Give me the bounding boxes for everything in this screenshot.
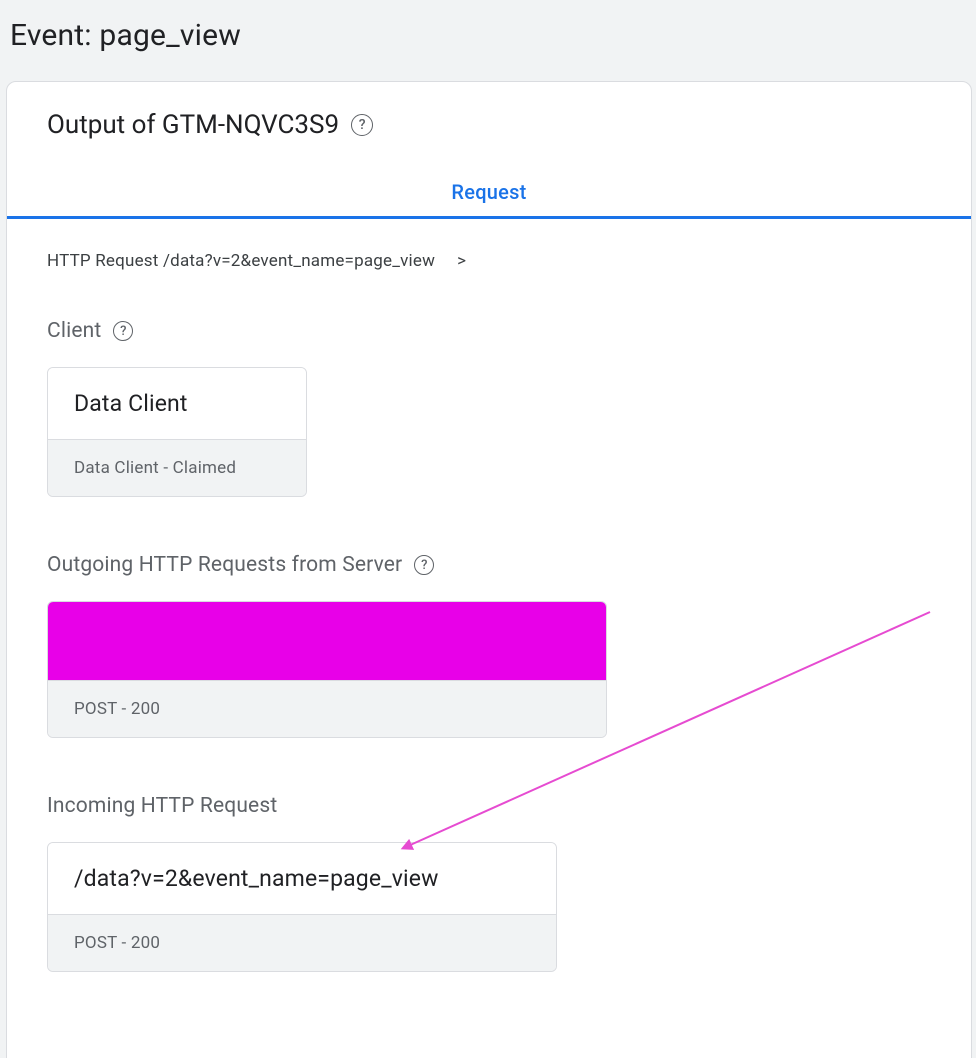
client-label-text: Client (47, 319, 101, 343)
client-card[interactable]: Data Client Data Client - Claimed (47, 367, 307, 497)
section-client: Client ? Data Client Data Client - Claim… (47, 319, 931, 497)
section-client-label: Client ? (47, 319, 931, 343)
tab-bar: Request (7, 168, 971, 219)
breadcrumb[interactable]: HTTP Request /data?v=2&event_name=page_v… (47, 251, 931, 271)
breadcrumb-text: HTTP Request /data?v=2&event_name=page_v… (47, 251, 435, 271)
help-icon[interactable]: ? (414, 555, 434, 575)
help-icon[interactable]: ? (351, 114, 373, 136)
event-title: Event: page_view (0, 0, 976, 81)
client-card-title: Data Client (48, 368, 306, 439)
incoming-label-text: Incoming HTTP Request (47, 794, 277, 818)
breadcrumb-separator: > (457, 251, 466, 271)
help-icon[interactable]: ? (113, 321, 133, 341)
section-incoming: Incoming HTTP Request /data?v=2&event_na… (47, 794, 931, 972)
incoming-card[interactable]: /data?v=2&event_name=page_view POST - 20… (47, 842, 557, 972)
client-card-status: Data Client - Claimed (48, 439, 306, 496)
panel-content: HTTP Request /data?v=2&event_name=page_v… (7, 219, 971, 1058)
outgoing-card[interactable]: POST - 200 (47, 601, 607, 738)
incoming-card-title: /data?v=2&event_name=page_view (48, 843, 556, 914)
outgoing-card-status: POST - 200 (48, 680, 606, 737)
section-outgoing: Outgoing HTTP Requests from Server ? POS… (47, 553, 931, 738)
section-outgoing-label: Outgoing HTTP Requests from Server ? (47, 553, 931, 577)
output-panel: Output of GTM-NQVC3S9 ? Request HTTP Req… (6, 81, 972, 1058)
panel-title: Output of GTM-NQVC3S9 (47, 110, 339, 140)
outgoing-label-text: Outgoing HTTP Requests from Server (47, 553, 402, 577)
outgoing-card-redacted (48, 602, 606, 680)
incoming-card-status: POST - 200 (48, 914, 556, 971)
tab-request[interactable]: Request (451, 168, 526, 216)
panel-header: Output of GTM-NQVC3S9 ? (7, 110, 971, 168)
section-incoming-label: Incoming HTTP Request (47, 794, 931, 818)
